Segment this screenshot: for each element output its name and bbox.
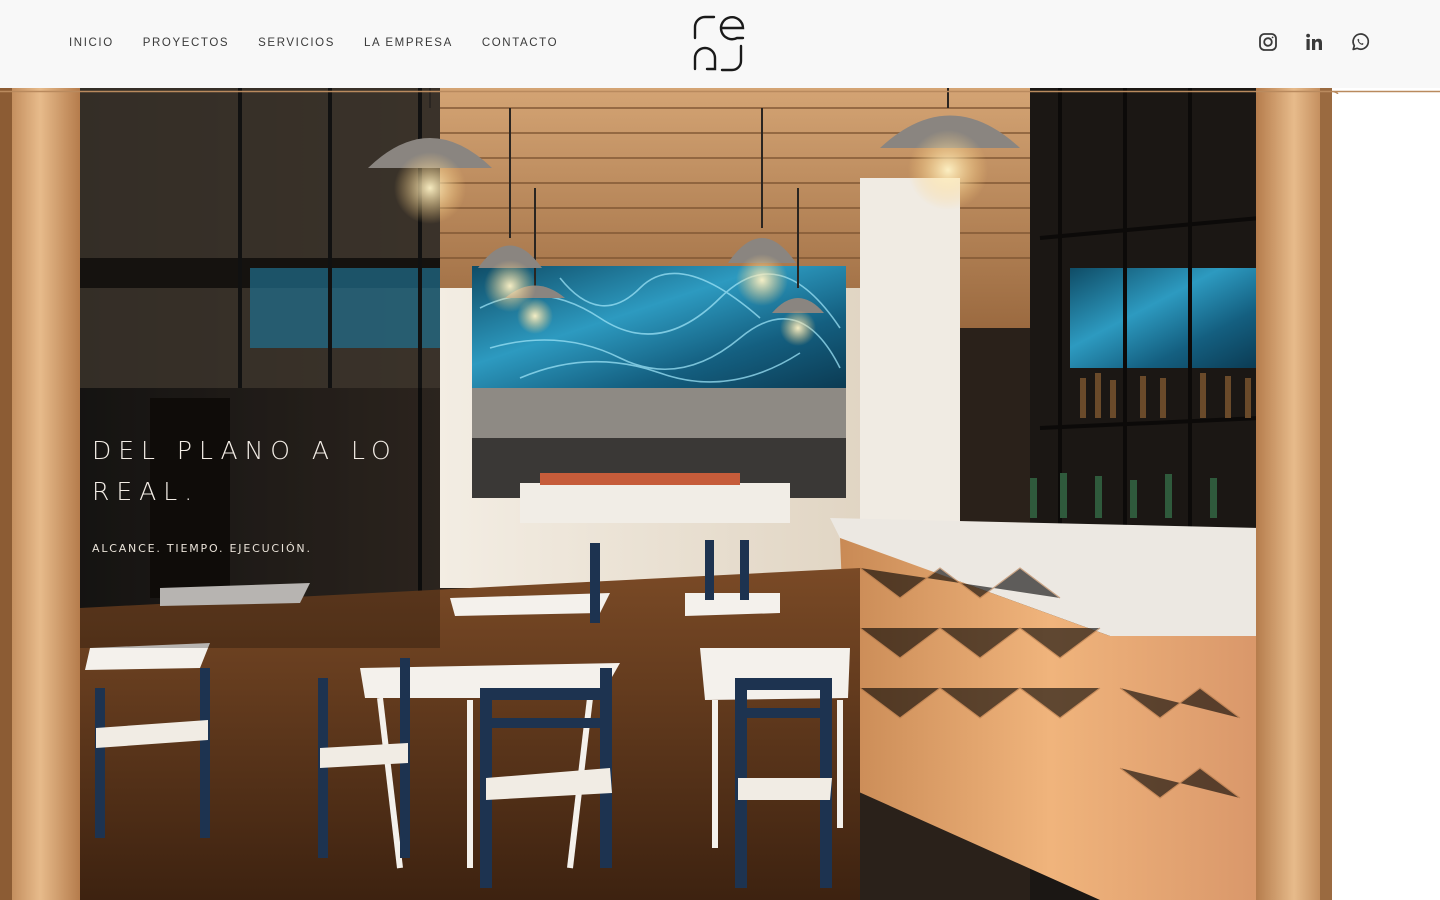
social-links [1258,32,1370,52]
hero-section: DEL PLANO A LO REAL. ALCANCE. TIEMPO. EJ… [0,88,1440,900]
nav-contacto[interactable]: CONTACTO [482,36,558,50]
right-margin [1332,88,1440,900]
hero-text-block: DEL PLANO A LO REAL. ALCANCE. TIEMPO. EJ… [92,430,432,555]
nav-inicio[interactable]: INICIO [69,36,114,50]
nav-la-empresa[interactable]: LA EMPRESA [364,36,453,50]
whatsapp-icon[interactable] [1350,32,1370,52]
header-accent-line [0,90,1440,94]
linkedin-icon[interactable] [1304,32,1324,52]
nav-servicios[interactable]: SERVICIOS [258,36,335,50]
brand-logo[interactable] [692,14,746,72]
main-nav: INICIO PROYECTOS SERVICIOS LA EMPRESA CO… [69,36,558,50]
hero-title: DEL PLANO A LO REAL. [92,436,398,506]
site-header: INICIO PROYECTOS SERVICIOS LA EMPRESA CO… [0,0,1440,88]
nav-proyectos[interactable]: PROYECTOS [143,36,229,50]
hero-subtitle: ALCANCE. TIEMPO. EJECUCIÓN. [92,542,312,555]
instagram-icon[interactable] [1258,32,1278,52]
